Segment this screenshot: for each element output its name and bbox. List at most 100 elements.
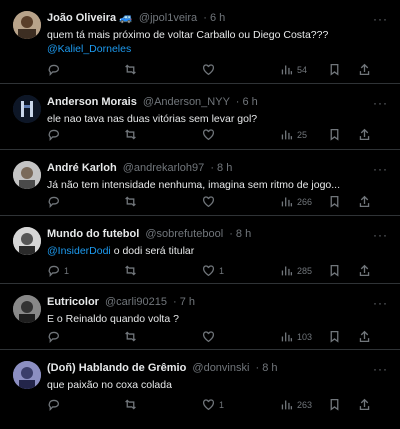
views-button[interactable]: 103 <box>280 330 312 343</box>
bookmark-icon <box>330 128 339 141</box>
reply-button[interactable] <box>47 128 64 141</box>
timestamp[interactable]: · 6 h <box>236 96 258 108</box>
share-icon <box>359 63 370 76</box>
author-name[interactable]: João Oliveira 🚙 <box>47 12 133 24</box>
reply-count: 1 <box>64 265 70 276</box>
author-handle[interactable]: @donvinski <box>192 362 249 374</box>
share-button[interactable] <box>358 398 371 411</box>
more-options-icon[interactable]: ··· <box>373 362 388 376</box>
tweet-text: ele nao tava nas duas vitórias sem levar… <box>47 113 258 125</box>
like-button[interactable]: 1 <box>202 398 224 411</box>
retweet-button[interactable] <box>124 128 141 141</box>
bookmark-button[interactable] <box>328 398 341 411</box>
timestamp[interactable]: · 6 h <box>203 12 225 24</box>
like-button[interactable] <box>202 195 219 208</box>
views-button[interactable]: 263 <box>280 398 312 411</box>
tweet-3[interactable]: André Karloh @andrekarloh97 · 8 h ··· Já… <box>0 150 400 216</box>
retweet-icon <box>125 64 136 75</box>
author-name[interactable]: (Doñ) Hablando de Grêmio <box>47 362 186 374</box>
like-button[interactable] <box>202 330 219 343</box>
tweet-1[interactable]: João Oliveira 🚙 @jpol1veira · 6 h ··· qu… <box>0 0 400 84</box>
timestamp[interactable]: · 8 h <box>210 162 232 174</box>
share-icon <box>359 398 370 411</box>
author-handle[interactable]: @sobrefutebool <box>145 228 223 240</box>
author-name[interactable]: Eutricolor <box>47 296 99 308</box>
views-button[interactable]: 285 <box>280 264 312 277</box>
mention-link[interactable]: @Kaliel_Dorneles <box>47 42 380 56</box>
share-button[interactable] <box>358 128 371 141</box>
like-button[interactable]: 1 <box>202 264 224 277</box>
reply-button[interactable] <box>47 330 64 343</box>
reply-button[interactable]: 1 <box>47 264 69 277</box>
tweet-5[interactable]: Eutricolor @carli90215 · 7 h ··· E o Rei… <box>0 284 400 350</box>
retweet-button[interactable] <box>124 264 141 277</box>
like-count: 1 <box>219 399 225 410</box>
avatar[interactable] <box>13 11 41 39</box>
tweet-text: Já não tem intensidade nenhuma, imagina … <box>47 179 341 191</box>
avatar[interactable] <box>13 361 41 389</box>
mention-link[interactable]: @InsiderDodi <box>47 245 111 257</box>
tweet-text-rest: o dodi será titular <box>110 245 195 257</box>
author-handle[interactable]: @andrekarloh97 <box>123 162 205 174</box>
heart-icon <box>202 331 215 343</box>
bookmark-icon <box>330 330 339 343</box>
views-button[interactable]: 266 <box>280 195 312 208</box>
tweet-2[interactable]: Anderson Morais @Anderson_NYY · 6 h ··· … <box>0 84 400 150</box>
retweet-button[interactable] <box>124 195 141 208</box>
reply-button[interactable] <box>47 195 64 208</box>
share-icon <box>359 330 370 343</box>
more-options-icon[interactable]: ··· <box>373 96 388 110</box>
heart-icon <box>202 129 215 141</box>
tweet-actions: 1 1 285 <box>47 264 390 280</box>
views-button[interactable]: 54 <box>280 63 307 76</box>
bookmark-button[interactable] <box>328 264 341 277</box>
more-options-icon[interactable]: ··· <box>373 12 388 26</box>
tweet-actions: 1 263 <box>47 398 390 414</box>
retweet-icon <box>125 331 136 342</box>
views-button[interactable]: 25 <box>280 128 307 141</box>
timestamp[interactable]: · 8 h <box>229 228 251 240</box>
timestamp[interactable]: · 7 h <box>173 296 195 308</box>
reply-button[interactable] <box>47 63 64 76</box>
avatar[interactable] <box>13 227 41 255</box>
author-handle[interactable]: @jpol1veira <box>139 12 197 24</box>
more-options-icon[interactable]: ··· <box>373 296 388 310</box>
bookmark-button[interactable] <box>328 63 341 76</box>
heart-icon <box>202 196 215 208</box>
like-count: 1 <box>219 265 225 276</box>
bookmark-button[interactable] <box>328 195 341 208</box>
more-options-icon[interactable]: ··· <box>373 228 388 242</box>
retweet-button[interactable] <box>124 63 141 76</box>
timestamp[interactable]: · 8 h <box>256 362 278 374</box>
author-name[interactable]: Mundo do futebol <box>47 228 139 240</box>
retweet-button[interactable] <box>124 330 141 343</box>
avatar[interactable] <box>13 161 41 189</box>
bookmark-icon <box>330 398 339 411</box>
author-name[interactable]: André Karloh <box>47 162 117 174</box>
share-button[interactable] <box>358 264 371 277</box>
more-options-icon[interactable]: ··· <box>373 162 388 176</box>
view-count: 103 <box>297 331 313 342</box>
tweet-4[interactable]: Mundo do futebol @sobrefutebool · 8 h ··… <box>0 216 400 284</box>
share-button[interactable] <box>358 330 371 343</box>
bar-chart-icon <box>281 65 293 75</box>
tweet-text: @InsiderDodi o dodi será titular <box>47 244 380 258</box>
bar-chart-icon <box>281 332 293 342</box>
reply-button[interactable] <box>47 398 64 411</box>
bookmark-button[interactable] <box>328 330 341 343</box>
avatar[interactable] <box>13 295 41 323</box>
tweet-6[interactable]: (Doñ) Hablando de Grêmio @donvinski · 8 … <box>0 350 400 429</box>
author-handle[interactable]: @Anderson_NYY <box>143 96 230 108</box>
view-count: 25 <box>297 129 308 140</box>
author-name[interactable]: Anderson Morais <box>47 96 137 108</box>
bar-chart-icon <box>281 266 293 276</box>
avatar[interactable] <box>13 95 41 123</box>
retweet-button[interactable] <box>124 398 141 411</box>
like-button[interactable] <box>202 128 219 141</box>
like-button[interactable] <box>202 63 219 76</box>
tweet-text: que paixão no coxa colada <box>47 379 172 391</box>
share-button[interactable] <box>358 195 371 208</box>
share-button[interactable] <box>358 63 371 76</box>
author-handle[interactable]: @carli90215 <box>105 296 167 308</box>
bookmark-button[interactable] <box>328 128 341 141</box>
